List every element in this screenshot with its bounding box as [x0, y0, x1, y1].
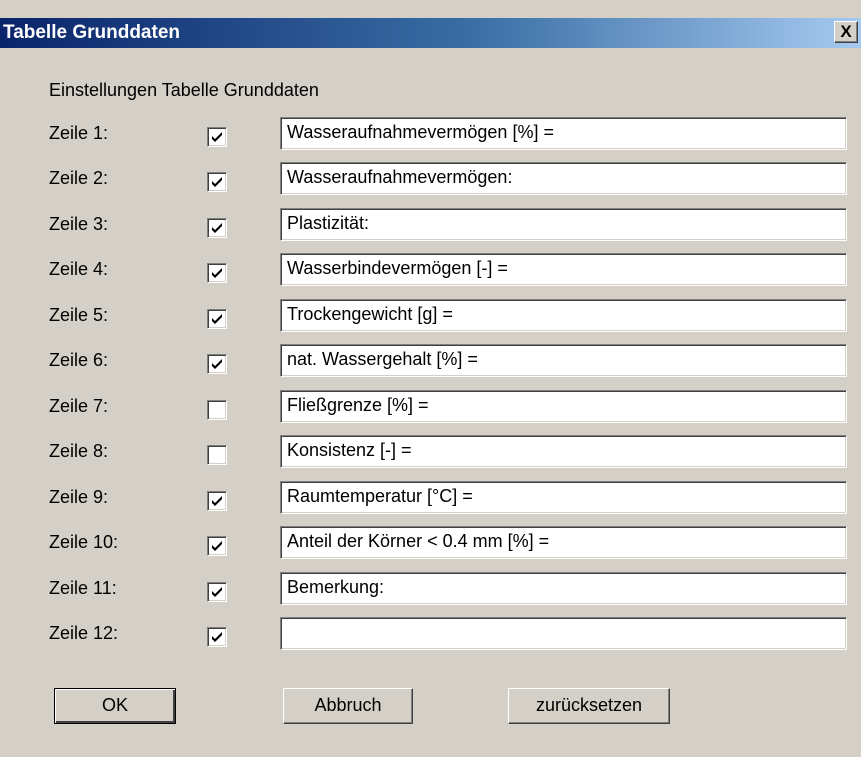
- cancel-button[interactable]: Abbruch: [283, 688, 413, 724]
- row-checkbox[interactable]: [207, 491, 227, 511]
- row-label: Zeile 8:: [49, 441, 109, 461]
- dialog-window: Tabelle Grunddaten X Einstellungen Tabel…: [0, 0, 861, 757]
- row-label: Zeile 2:: [49, 168, 109, 188]
- row-checkbox[interactable]: [207, 536, 227, 556]
- row-label: Zeile 3:: [49, 214, 109, 234]
- checkmark-icon: [212, 268, 222, 278]
- row-text-field[interactable]: Plastizität:: [280, 208, 847, 241]
- row-label: Zeile 5:: [49, 305, 109, 325]
- title-bar[interactable]: Tabelle Grunddaten X: [0, 18, 861, 48]
- row-checkbox[interactable]: [207, 127, 227, 147]
- checkmark-icon: [212, 541, 222, 551]
- close-button[interactable]: X: [834, 21, 858, 43]
- row-label: Zeile 12:: [49, 623, 119, 643]
- checkmark-icon: [212, 496, 222, 506]
- row-checkbox[interactable]: [207, 263, 227, 283]
- row-checkbox[interactable]: [207, 309, 227, 329]
- checkmark-icon: [212, 177, 222, 187]
- checkmark-icon: [212, 314, 222, 324]
- row-checkbox[interactable]: [207, 445, 227, 465]
- row-label: Zeile 9:: [49, 487, 109, 507]
- row-label: Zeile 1:: [49, 123, 109, 143]
- checkmark-icon: [212, 223, 222, 233]
- row-text-field[interactable]: Wasserbindevermögen [-] =: [280, 253, 847, 286]
- checkmark-icon: [212, 359, 222, 369]
- settings-heading: Einstellungen Tabelle Grunddaten: [49, 80, 319, 100]
- reset-button[interactable]: zurücksetzen: [508, 688, 670, 724]
- row-text-field[interactable]: Fließgrenze [%] =: [280, 390, 847, 423]
- row-label: Zeile 10:: [49, 532, 119, 552]
- row-checkbox[interactable]: [207, 218, 227, 238]
- row-text-field[interactable]: Trockengewicht [g] =: [280, 299, 847, 332]
- checkmark-icon: [212, 132, 222, 142]
- row-text-field[interactable]: [280, 617, 847, 650]
- row-label: Zeile 4:: [49, 259, 109, 279]
- row-text-field[interactable]: Anteil der Körner < 0.4 mm [%] =: [280, 526, 847, 559]
- row-text-field[interactable]: Wasseraufnahmevermögen:: [280, 162, 847, 195]
- row-checkbox[interactable]: [207, 627, 227, 647]
- row-checkbox[interactable]: [207, 400, 227, 420]
- row-text-field[interactable]: Konsistenz [-] =: [280, 435, 847, 468]
- checkmark-icon: [212, 632, 222, 642]
- row-label: Zeile 6:: [49, 350, 109, 370]
- checkmark-icon: [212, 587, 222, 597]
- window-title: Tabelle Grunddaten: [3, 22, 181, 43]
- row-text-field[interactable]: Raumtemperatur [°C] =: [280, 481, 847, 514]
- row-text-field[interactable]: Bemerkung:: [280, 572, 847, 605]
- row-checkbox[interactable]: [207, 354, 227, 374]
- row-checkbox[interactable]: [207, 172, 227, 192]
- row-label: Zeile 11:: [49, 578, 117, 598]
- row-text-field[interactable]: Wasseraufnahmevermögen [%] =: [280, 117, 847, 150]
- row-label: Zeile 7:: [49, 396, 109, 416]
- row-checkbox[interactable]: [207, 582, 227, 602]
- ok-button[interactable]: OK: [54, 688, 176, 724]
- row-text-field[interactable]: nat. Wassergehalt [%] =: [280, 344, 847, 377]
- close-icon: X: [840, 22, 852, 41]
